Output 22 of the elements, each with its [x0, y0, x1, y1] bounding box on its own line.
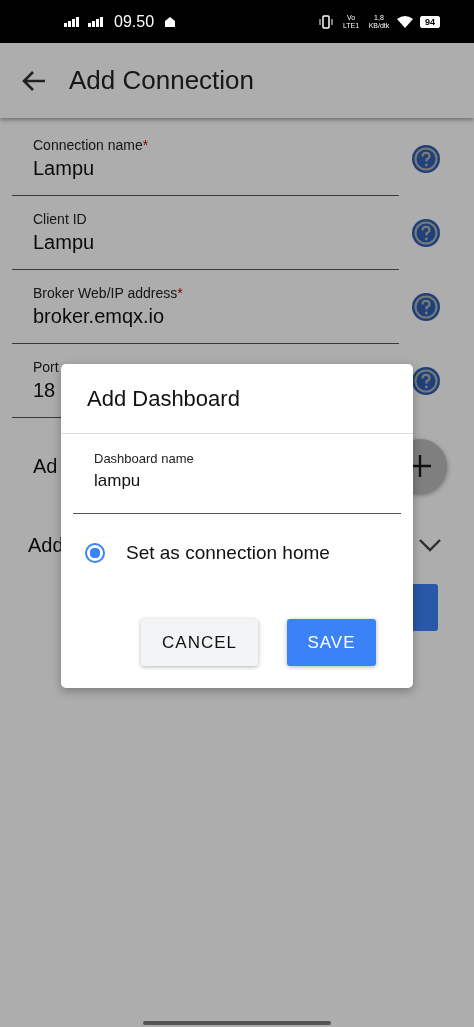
text-field[interactable]: Dashboard name lampu [73, 451, 401, 514]
radio-button[interactable] [85, 543, 105, 563]
section-label: Ad [33, 454, 58, 478]
chevron-down-icon[interactable] [419, 538, 441, 552]
vibrate-icon [318, 14, 334, 29]
help-icon[interactable] [411, 144, 441, 174]
dialog-title: Add Dashboard [61, 364, 413, 434]
clock: 09.50 [114, 12, 155, 31]
wifi-icon [396, 15, 414, 28]
back-arrow-icon[interactable] [21, 69, 47, 92]
text-field[interactable]: Client ID Lampu [12, 196, 399, 270]
help-icon[interactable] [411, 366, 441, 396]
cancel-button[interactable]: CANCEL [141, 619, 258, 666]
text-field[interactable]: Broker Web/IP address* broker.emqx.io [12, 270, 399, 344]
text-field[interactable]: Connection name* Lampu [12, 122, 399, 196]
home-icon [164, 15, 177, 28]
option-label: Set as connection home [126, 542, 330, 564]
help-icon[interactable] [411, 292, 441, 322]
screen-title: Add Connection [69, 65, 255, 96]
battery-indicator: 94 [420, 15, 440, 28]
help-icon[interactable] [411, 218, 441, 248]
save-button[interactable]: SAVE [287, 619, 376, 666]
